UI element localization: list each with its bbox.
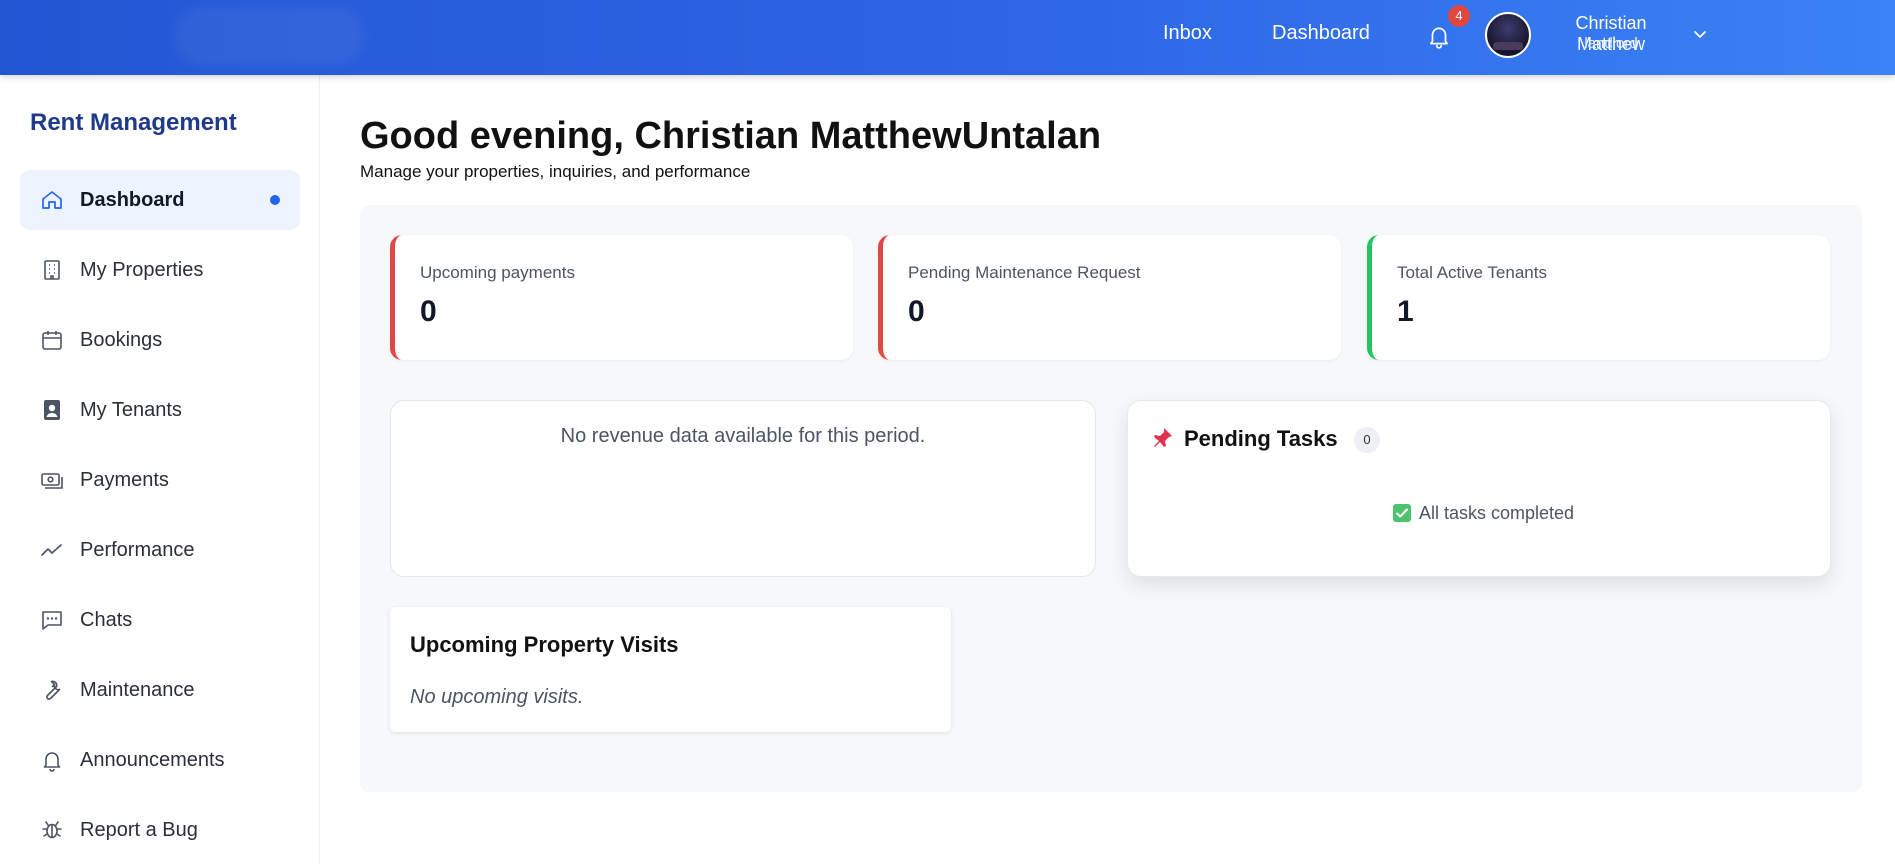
sidebar-item-label: My Tenants (80, 399, 182, 421)
stat-value: 1 (1397, 295, 1414, 328)
sidebar-item-label: Announcements (80, 749, 225, 771)
sidebar-item-label: My Properties (80, 259, 204, 281)
stat-label: Total Active Tenants (1397, 263, 1547, 282)
brand-title: Rent Management (30, 109, 237, 136)
nav-dashboard-link[interactable]: Dashboard (1272, 22, 1370, 45)
sidebar-item-chats[interactable]: Chats (20, 590, 300, 650)
user-role: landlord (1584, 35, 1638, 52)
wrench-icon (46, 680, 61, 700)
pending-tasks-title: Pending Tasks (1184, 426, 1338, 451)
sidebar-item-label: Bookings (80, 329, 163, 351)
sidebar: Rent Management Dashboard My Properties … (0, 75, 320, 864)
sidebar-item-label: Maintenance (80, 679, 195, 701)
revenue-empty-message: No revenue data available for this perio… (560, 425, 926, 447)
upcoming-visits-card: Upcoming Property Visits No upcoming vis… (390, 607, 951, 732)
notification-badge: 4 (1448, 5, 1470, 27)
chevron-down-icon[interactable] (1692, 26, 1708, 42)
calendar-icon (42, 331, 62, 350)
sidebar-item-label: Performance (80, 539, 195, 561)
stat-label: Pending Maintenance Request (908, 263, 1141, 282)
avatar[interactable] (1485, 12, 1531, 58)
upcoming-visits-empty: No upcoming visits. (410, 686, 584, 708)
sidebar-item-dashboard[interactable]: Dashboard (20, 170, 300, 230)
person-badge-icon (44, 400, 60, 420)
sidebar-item-my-tenants[interactable]: My Tenants (20, 380, 300, 440)
sidebar-item-label: Chats (80, 609, 133, 631)
sidebar-item-performance[interactable]: Performance (20, 520, 300, 580)
logo-placeholder (175, 6, 365, 66)
upcoming-visits-title: Upcoming Property Visits (410, 632, 679, 657)
pushpin-icon (1154, 428, 1172, 447)
stat-value: 0 (908, 295, 925, 328)
sidebar-item-label: Payments (80, 469, 169, 491)
stat-card-pending-maintenance: Pending Maintenance Request 0 (878, 235, 1341, 360)
pending-tasks-card: Pending Tasks 0 All tasks completed (1127, 400, 1831, 577)
bell-icon[interactable] (1426, 22, 1452, 50)
page-title: Good evening, Christian MatthewUntalan (360, 115, 1102, 157)
revenue-chart-card: No revenue data available for this perio… (390, 400, 1096, 577)
sidebar-item-payments[interactable]: Payments (20, 450, 300, 510)
bell-icon (43, 752, 61, 772)
bug-icon (42, 821, 62, 839)
trend-icon (41, 544, 62, 556)
nav-inbox-link[interactable]: Inbox (1163, 22, 1212, 45)
sidebar-item-announcements[interactable]: Announcements (20, 730, 300, 790)
home-icon (42, 191, 62, 209)
sidebar-item-bookings[interactable]: Bookings (20, 310, 300, 370)
stat-card-active-tenants: Total Active Tenants 1 (1367, 235, 1830, 360)
pending-tasks-count: 0 (1354, 427, 1380, 453)
stat-label: Upcoming payments (420, 263, 575, 282)
active-indicator-dot (270, 195, 280, 205)
sidebar-item-maintenance[interactable]: Maintenance (20, 660, 300, 720)
stat-value: 0 (420, 295, 437, 328)
building-icon (44, 260, 60, 280)
tasks-status-text: All tasks completed (1419, 503, 1575, 523)
stat-card-upcoming-payments: Upcoming payments 0 (390, 235, 853, 360)
sidebar-item-label: Report a Bug (80, 819, 198, 841)
page-subtitle: Manage your properties, inquiries, and p… (360, 162, 751, 181)
sidebar-item-report-a-bug[interactable]: Report a Bug (20, 800, 300, 860)
checkbox-icon (1393, 504, 1411, 522)
cash-icon (41, 473, 63, 489)
sidebar-item-my-properties[interactable]: My Properties (20, 240, 300, 300)
sidebar-item-label: Dashboard (80, 189, 185, 211)
chat-icon (42, 611, 62, 630)
top-navbar: Inbox Dashboard 4 Christian Matthew land… (0, 0, 1895, 75)
